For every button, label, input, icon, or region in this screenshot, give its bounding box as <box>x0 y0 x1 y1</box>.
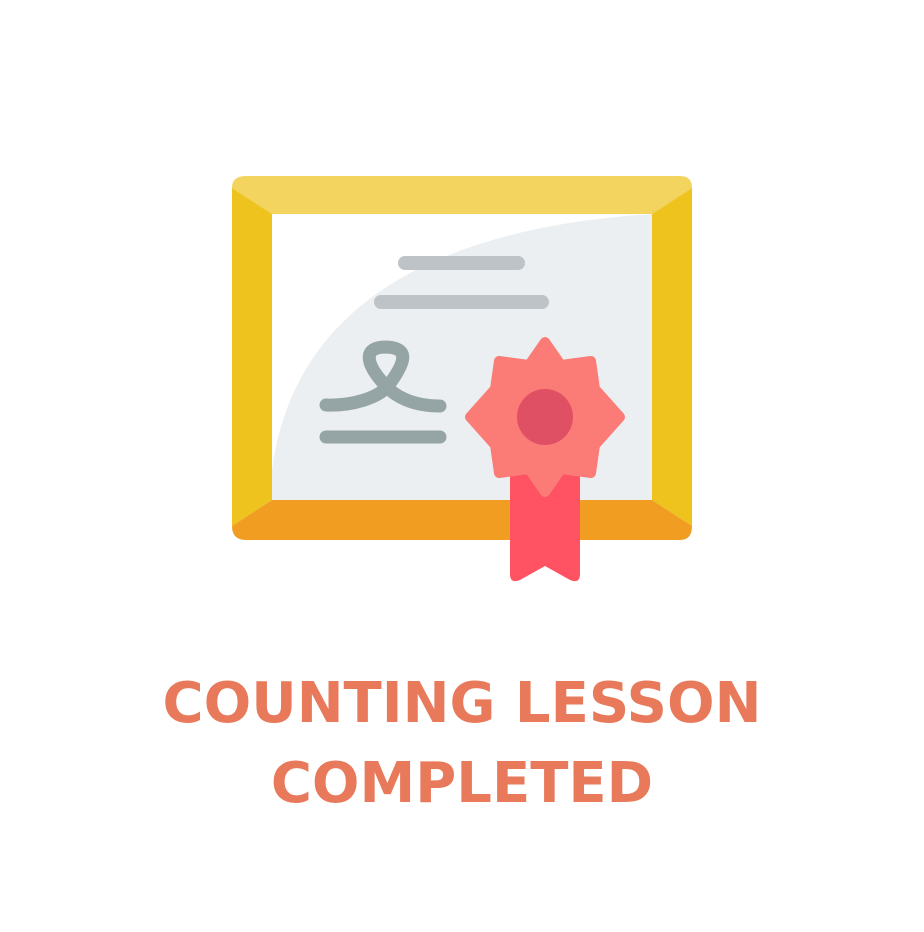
completion-title-line-2: COMPLETED <box>270 751 654 816</box>
certificate-rosette-center <box>517 389 573 445</box>
completion-title-line-1: COUNTING LESSON <box>162 671 762 736</box>
certificate-frame-bottom <box>232 500 692 540</box>
certificate-frame-right <box>652 188 692 526</box>
certificate-icon <box>232 176 692 582</box>
completion-message: COUNTING LESSON COMPLETED <box>0 664 924 824</box>
certificate-frame-top <box>232 176 692 214</box>
certificate-frame-left <box>232 188 272 526</box>
